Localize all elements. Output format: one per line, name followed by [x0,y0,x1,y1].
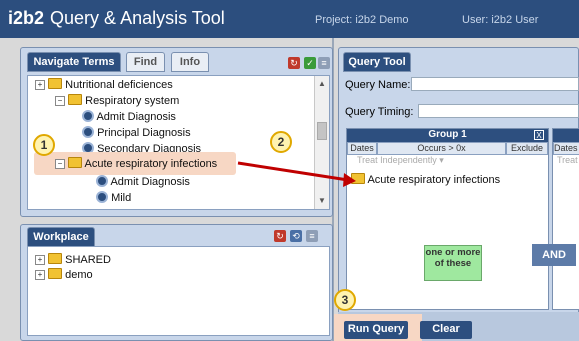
tree-item-mild[interactable]: Mild [96,191,131,206]
leaf-icon [96,191,108,203]
query-timing-select[interactable] [418,104,579,118]
query-group-2[interactable]: Dates Treat [552,128,579,310]
expand-icon[interactable]: + [35,270,45,280]
query-timing-label: Query Timing: [345,106,414,118]
workplace-item-shared[interactable]: + SHARED [35,253,111,268]
clear-button[interactable]: Clear [420,321,472,339]
tree-item-label: Principal Diagnosis [97,127,191,139]
collapse-icon[interactable]: − [55,159,65,169]
tab-workplace[interactable]: Workplace [27,227,95,247]
and-operator: AND [532,244,576,266]
check-icon[interactable]: ✓ [304,57,316,69]
scroll-up-icon[interactable]: ▲ [318,79,326,88]
leaf-icon [96,175,108,187]
options-icon[interactable]: ≡ [318,57,330,69]
group-item[interactable]: Acute respiratory infections [351,173,500,188]
leaf-icon [82,110,94,122]
tree-item-admit-diagnosis-2[interactable]: Admit Diagnosis [96,175,190,190]
tree-item-label: demo [65,269,93,281]
folder-icon [48,268,63,279]
query-group-1[interactable]: Group 1 X Dates Occurs > 0x Exclude Trea… [346,128,549,310]
folder-icon [68,94,83,105]
folder-icon [48,253,63,264]
callout-2: 2 [270,131,292,153]
tree-item-label: Admit Diagnosis [110,176,190,188]
sync-icon[interactable]: ⟲ [290,230,302,242]
logo-brand: i2b2 [8,8,45,28]
tree-item-acute-respiratory-infections[interactable]: − Acute respiratory infections [55,157,217,172]
scroll-down-icon[interactable]: ▼ [318,196,326,205]
exclude-button[interactable]: Exclude [506,142,548,155]
folder-icon [68,157,83,168]
leaf-icon [82,126,94,138]
tree-item-admit-diagnosis[interactable]: Admit Diagnosis [82,110,176,125]
tab-navigate-terms[interactable]: Navigate Terms [27,52,121,72]
tab-query-tool[interactable]: Query Tool [343,52,411,72]
tree-item-label: Respiratory system [85,95,180,107]
scrollbar-thumb[interactable] [317,122,327,140]
group-header: Group 1 [347,129,548,142]
app-logo: i2b2 Query & Analysis Tool [8,8,225,29]
callout-3: 3 [334,289,356,311]
run-query-button[interactable]: Run Query [344,321,408,339]
tree-item-label: Nutritional deficiences [65,79,173,91]
one-or-more-hint: one or more of these [424,245,482,281]
tree-item-label: Admit Diagnosis [96,111,176,123]
group-title: Group 1 [428,129,467,140]
tree-scrollbar[interactable]: ▲ ▼ [314,76,329,209]
tree-item-respiratory-system[interactable]: − Respiratory system [55,94,179,109]
query-name-input[interactable] [411,77,579,91]
folder-icon [351,173,365,184]
workplace-tree: + SHARED + demo [27,246,330,336]
refresh-icon[interactable]: ↻ [288,57,300,69]
folder-icon [48,78,63,89]
callout-1: 1 [33,134,55,156]
project-label: Project: i2b2 Demo [315,14,409,26]
workplace-item-demo[interactable]: + demo [35,268,93,283]
dates-button[interactable]: Dates [553,142,579,155]
app-title: Query & Analysis Tool [50,8,225,28]
close-group-icon[interactable]: X [534,130,544,140]
expand-icon[interactable]: + [35,255,45,265]
user-label: User: i2b2 User [462,14,539,26]
tab-find[interactable]: Find [126,52,165,72]
tab-info[interactable]: Info [171,52,209,72]
query-name-label: Query Name: [345,79,411,91]
tree-item-principal-diagnosis[interactable]: Principal Diagnosis [82,126,191,141]
tree-item-label: Mild [111,192,132,204]
tree-item-nutritional-deficiences[interactable]: + Nutritional deficiences [35,78,173,93]
expand-icon[interactable]: + [35,80,45,90]
tree-item-label: SHARED [65,254,111,266]
options-icon[interactable]: ≡ [306,230,318,242]
group-header [553,129,579,142]
tree-item-label: Acute respiratory infections [84,158,218,170]
treat-select[interactable]: Treat [557,155,578,165]
collapse-icon[interactable]: − [55,96,65,106]
dates-button[interactable]: Dates [347,142,377,155]
group-item-label: Acute respiratory infections [367,174,501,186]
occurs-button[interactable]: Occurs > 0x [377,142,506,155]
treat-independently-select[interactable]: Treat Independently ▾ [357,155,444,166]
refresh-icon[interactable]: ↻ [274,230,286,242]
